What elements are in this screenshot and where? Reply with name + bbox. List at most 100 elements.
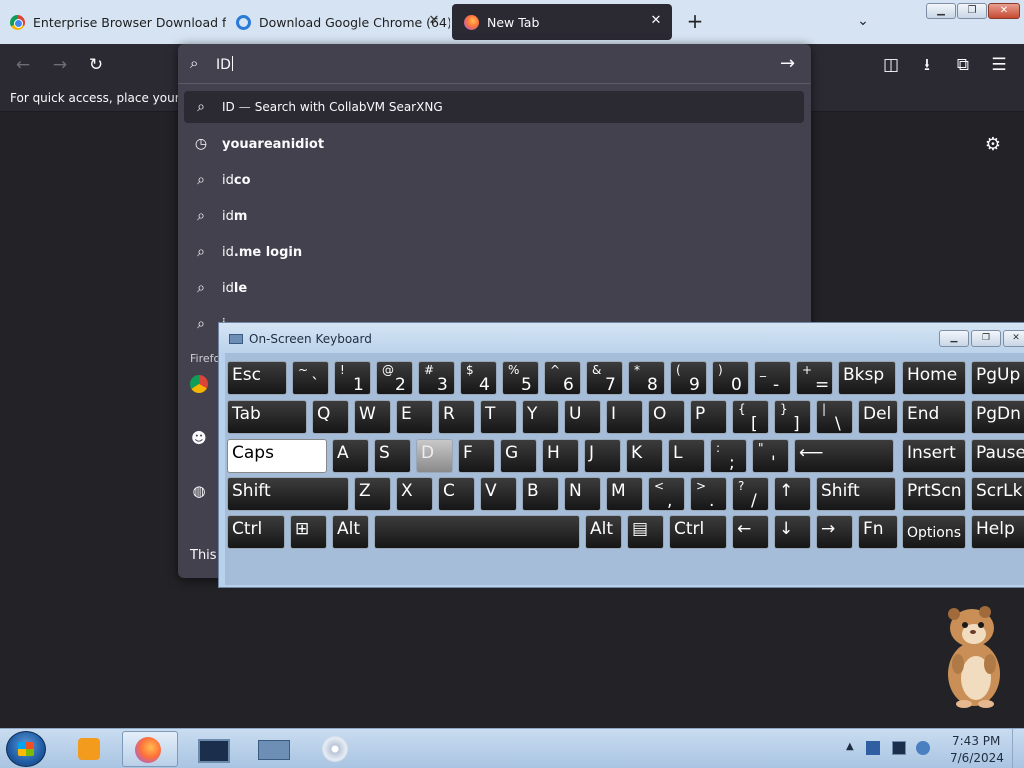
key-period[interactable]: >.	[690, 477, 727, 511]
close-window-button[interactable]: ✕	[988, 3, 1020, 19]
start-button[interactable]	[6, 731, 46, 767]
key-p[interactable]: P	[690, 400, 727, 434]
forward-button[interactable]: →	[49, 54, 71, 76]
key-0[interactable]: ) 0	[712, 361, 749, 395]
key-6[interactable]: ^ 6	[544, 361, 581, 395]
downloads-icon[interactable]: ⭳	[916, 54, 938, 76]
key-f[interactable]: F	[458, 439, 495, 473]
key-l[interactable]: L	[668, 439, 705, 473]
hamburger-menu-icon[interactable]: ☰	[988, 54, 1010, 76]
key-2[interactable]: @2	[376, 361, 413, 395]
key-h[interactable]: H	[542, 439, 579, 473]
key-y[interactable]: Y	[522, 400, 559, 434]
key-rctrl[interactable]: Ctrl	[669, 515, 727, 549]
key-j[interactable]: J	[584, 439, 621, 473]
key-up[interactable]: ↑	[774, 477, 811, 511]
hamster-desktop-pet[interactable]	[938, 606, 1008, 708]
key-comma[interactable]: <,	[648, 477, 685, 511]
key-end[interactable]: End	[902, 400, 966, 434]
windows-media-player-icon[interactable]	[64, 731, 120, 767]
key-win[interactable]: ⊞	[290, 515, 327, 549]
key-lalt[interactable]: Alt	[332, 515, 369, 549]
suggestion-history[interactable]: ◷ youareanidiot	[184, 128, 804, 160]
on-screen-keyboard-icon[interactable]	[246, 731, 302, 767]
key-g[interactable]: G	[500, 439, 537, 473]
key-insert[interactable]: Insert	[902, 439, 966, 473]
key-semicolon[interactable]: :;	[710, 439, 747, 473]
key-bksp[interactable]: Bksp	[838, 361, 896, 395]
key-pause[interactable]: Pause	[971, 439, 1024, 473]
suggestion-item[interactable]: ⌕ id le	[184, 272, 804, 304]
key-quote[interactable]: " '	[752, 439, 789, 473]
list-all-tabs-button[interactable]: ⌄	[852, 10, 874, 32]
clock-date[interactable]: 7/6/2024	[950, 751, 1004, 765]
close-tab-icon[interactable]: ✕	[648, 13, 664, 29]
key-scrlk[interactable]: ScrLk	[971, 477, 1024, 511]
cd-drive-icon[interactable]	[308, 731, 364, 767]
key-slash[interactable]: ? /	[732, 477, 769, 511]
key-fn[interactable]: Fn	[858, 515, 898, 549]
key-equals[interactable]: + =	[796, 361, 833, 395]
key-lctrl[interactable]: Ctrl	[227, 515, 285, 549]
key-x[interactable]: X	[396, 477, 433, 511]
key-1[interactable]: ! 1	[334, 361, 371, 395]
key-u[interactable]: U	[564, 400, 601, 434]
key-space[interactable]	[374, 515, 580, 549]
key-s[interactable]: S	[374, 439, 411, 473]
globe-icon[interactable]: ◍	[190, 482, 208, 500]
key-tilde[interactable]: ~ `	[292, 361, 329, 395]
key-options[interactable]: Options	[902, 515, 966, 549]
key-8[interactable]: * 8	[628, 361, 665, 395]
minimize-button[interactable]: ▁	[926, 3, 956, 19]
network-icon[interactable]	[892, 741, 906, 755]
key-backslash[interactable]: | \	[816, 400, 853, 434]
key-rbracket[interactable]: }]	[774, 400, 811, 434]
key-r[interactable]: R	[438, 400, 475, 434]
key-e[interactable]: E	[396, 400, 433, 434]
key-3[interactable]: #3	[418, 361, 455, 395]
key-9[interactable]: (9	[670, 361, 707, 395]
key-pgup[interactable]: PgUp	[971, 361, 1024, 395]
key-n[interactable]: N	[564, 477, 601, 511]
key-q[interactable]: Q	[312, 400, 349, 434]
key-i[interactable]: I	[606, 400, 643, 434]
key-w[interactable]: W	[354, 400, 391, 434]
key-5[interactable]: % 5	[502, 361, 539, 395]
osk-minimize-button[interactable]: ▁	[939, 330, 969, 347]
key-esc[interactable]: Esc	[227, 361, 287, 395]
key-pgdn[interactable]: PgDn	[971, 400, 1024, 434]
suggestion-search-engine[interactable]: ⌕ ID — Search with CollabVM SearXNG	[184, 91, 804, 123]
suggestion-item[interactable]: ⌕ id co	[184, 164, 804, 196]
key-right[interactable]: →	[816, 515, 853, 549]
clock-time[interactable]: 7:43 PM	[952, 734, 1000, 748]
pocket-icon[interactable]: ◫	[880, 54, 902, 76]
volume-icon[interactable]	[916, 741, 930, 755]
remote-desktop-icon[interactable]	[184, 731, 240, 767]
tab-enterprise-browser[interactable]: Enterprise Browser Download f	[0, 4, 226, 40]
key-tab[interactable]: Tab	[227, 400, 307, 434]
key-minus[interactable]: _ -	[754, 361, 791, 395]
action-center-icon[interactable]	[866, 741, 880, 755]
suggestion-item[interactable]: ⌕ id .me login	[184, 236, 804, 268]
tab-download-chrome[interactable]: Download Google Chrome (64) ✕	[228, 4, 450, 40]
osk-maximize-button[interactable]: ❐	[971, 330, 1001, 347]
key-k[interactable]: K	[626, 439, 663, 473]
key-b[interactable]: B	[522, 477, 559, 511]
key-rshift[interactable]: Shift	[816, 477, 896, 511]
key-ralt[interactable]: Alt	[585, 515, 622, 549]
go-arrow-icon[interactable]: →	[780, 53, 795, 74]
key-home[interactable]: Home	[902, 361, 966, 395]
smiley-icon[interactable]: ☻	[190, 429, 208, 447]
key-7[interactable]: & 7	[586, 361, 623, 395]
key-v[interactable]: V	[480, 477, 517, 511]
tab-new-tab[interactable]: New Tab ✕	[452, 4, 672, 40]
key-caps[interactable]: Caps	[227, 439, 327, 473]
key-o[interactable]: O	[648, 400, 685, 434]
key-z[interactable]: Z	[354, 477, 391, 511]
chrome-icon[interactable]	[190, 375, 208, 393]
key-del[interactable]: Del	[858, 400, 898, 434]
new-tab-button[interactable]: +	[684, 10, 706, 32]
key-left[interactable]: ←	[732, 515, 769, 549]
key-enter[interactable]: ⟵	[794, 439, 894, 473]
key-c[interactable]: C	[438, 477, 475, 511]
